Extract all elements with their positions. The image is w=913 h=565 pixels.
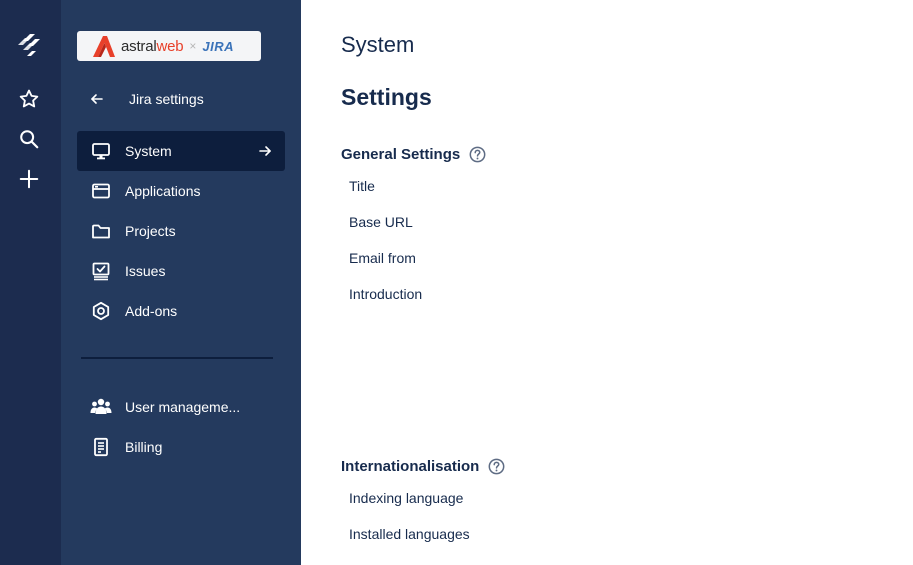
back-label: Jira settings (129, 91, 204, 107)
sidebar-item-billing[interactable]: Billing (77, 427, 285, 467)
section-title: General Settings (341, 146, 461, 163)
field-introduction: Introduction (349, 286, 423, 302)
sidebar-item-label: User manageme... (125, 399, 241, 415)
issues-icon (77, 251, 125, 291)
field-base-url: Base URL (349, 214, 413, 230)
help-icon[interactable] (488, 458, 505, 475)
section-internationalisation: Internationalisation (341, 458, 505, 475)
monitor-icon (77, 131, 125, 171)
breadcrumb: System (341, 32, 415, 57)
section-general-settings: General Settings (341, 146, 486, 163)
sidebar-item-issues[interactable]: Issues (77, 251, 285, 291)
field-installed-languages: Installed languages (349, 526, 470, 542)
addon-hexagon-icon (77, 291, 125, 331)
sidebar-item-label: Applications (125, 183, 201, 199)
settings-sidebar: astralweb × JIRA Jira settings System Ap… (61, 0, 301, 565)
arrow-left-icon (77, 92, 117, 106)
browser-window-icon (77, 171, 125, 211)
arrow-right-icon (245, 144, 285, 158)
search-icon[interactable] (14, 124, 44, 154)
global-nav-rail (0, 0, 61, 565)
plus-icon[interactable] (14, 164, 44, 194)
sidebar-item-user-management[interactable]: User manageme... (77, 387, 285, 427)
star-icon[interactable] (14, 84, 44, 114)
brand-name: astralweb (121, 37, 184, 55)
sidebar-item-applications[interactable]: Applications (77, 171, 285, 211)
astralweb-logo-icon (93, 36, 115, 57)
invoice-icon (77, 427, 125, 467)
people-icon (77, 387, 125, 427)
sidebar-item-projects[interactable]: Projects (77, 211, 285, 251)
jira-logo-icon[interactable] (14, 29, 44, 59)
sidebar-item-label: Add-ons (125, 303, 178, 319)
main-content: System Settings General Settings Title B… (341, 0, 901, 565)
field-title: Title (349, 178, 375, 194)
page-title: Settings (341, 84, 432, 110)
sidebar-item-label: Projects (125, 223, 176, 239)
sidebar-divider (81, 357, 273, 359)
section-title: Internationalisation (341, 458, 480, 475)
sidebar-item-system[interactable]: System (77, 131, 285, 171)
folder-icon (77, 211, 125, 251)
field-email-from: Email from (349, 250, 416, 266)
brand-separator: × (189, 39, 197, 53)
field-indexing-language: Indexing language (349, 490, 464, 506)
help-icon[interactable] (469, 146, 486, 163)
back-to-jira-settings[interactable]: Jira settings (77, 84, 285, 114)
brand-logo[interactable]: astralweb × JIRA (77, 31, 261, 61)
sidebar-item-label: Issues (125, 263, 166, 279)
brand-partner: JIRA (202, 38, 235, 54)
sidebar-item-label: Billing (125, 439, 163, 455)
sidebar-item-label: System (125, 143, 172, 159)
sidebar-item-add-ons[interactable]: Add-ons (77, 291, 285, 331)
